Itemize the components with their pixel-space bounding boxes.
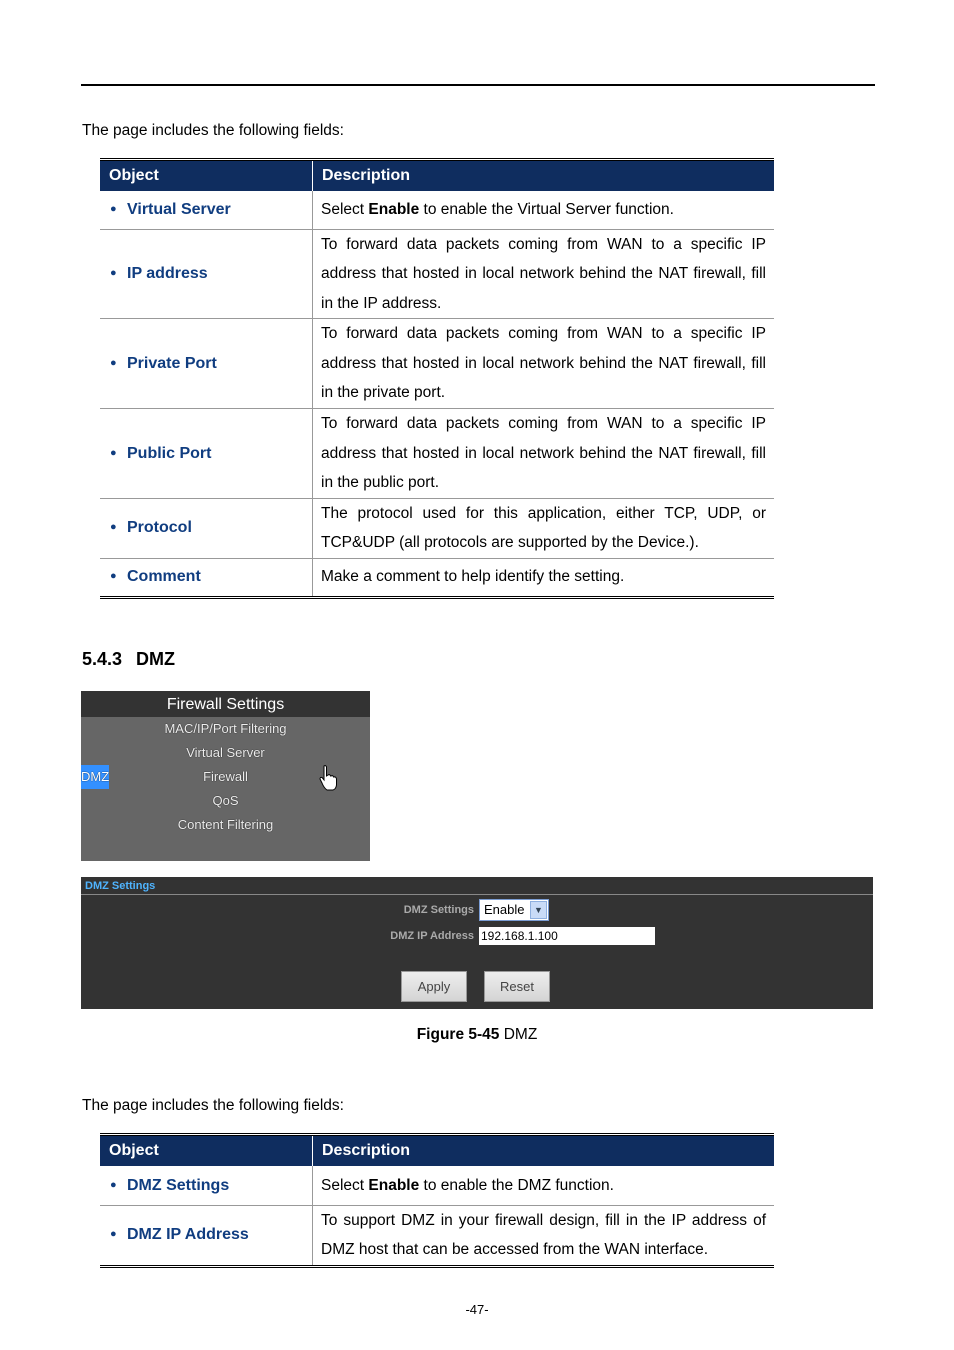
fields-table-dmz: Object Description ● DMZ Settings Select En… xyxy=(100,1133,774,1268)
table-row: ● Public Port To forward data packets comi… xyxy=(100,408,774,499)
dmz-settings-label: DMZ Settings xyxy=(403,904,474,916)
hand-cursor-icon xyxy=(319,765,337,791)
document-page: The page includes the following fields: … xyxy=(0,0,954,1350)
object-name: Comment xyxy=(127,568,201,586)
col-object: Object xyxy=(100,1134,313,1166)
table-row: ● DMZ Settings Select Enable to enable the… xyxy=(100,1166,774,1206)
dmz-settings-panel: DMZ Settings DMZ Settings Enable ▼ DMZ I… xyxy=(81,877,873,1009)
panel-title: DMZ Settings xyxy=(81,877,873,895)
menu-item-qos[interactable]: QoS xyxy=(81,789,370,813)
dmz-settings-select[interactable]: Enable ▼ xyxy=(479,899,549,921)
page-number: -47- xyxy=(465,1302,489,1317)
object-name: DMZ Settings xyxy=(127,1176,230,1194)
object-name: IP address xyxy=(127,265,208,282)
table-row: ● Virtual Server Select Enable to enable t… xyxy=(100,191,774,230)
chevron-down-icon[interactable]: ▼ xyxy=(530,901,547,919)
fields-table-virtual-server: Object Description ● Virtual Server Select … xyxy=(100,158,774,599)
table-row: ● Comment Make a comment to help identify … xyxy=(100,558,774,597)
menu-title: Firewall Settings xyxy=(81,691,370,717)
menu-item-mac-ip-port-filtering[interactable]: MAC/IP/Port Filtering xyxy=(81,717,370,741)
object-name: Private Port xyxy=(127,354,217,372)
apply-button[interactable]: Apply xyxy=(401,971,467,1002)
menu-item-content-filtering[interactable]: Content Filtering xyxy=(81,813,370,837)
section-heading: 5.4.3 DMZ xyxy=(82,649,176,669)
object-name: Virtual Server xyxy=(127,201,231,218)
firewall-settings-menu: Firewall Settings MAC/IP/Port Filtering … xyxy=(81,691,370,861)
dmz-ip-address-label: DMZ IP Address xyxy=(390,930,474,942)
object-name: Public Port xyxy=(127,444,212,462)
col-object: Object xyxy=(100,159,313,191)
table-row: ● DMZ IP Address To support DMZ in your fi… xyxy=(100,1205,774,1266)
col-description: Description xyxy=(312,159,774,191)
menu-item-virtual-server[interactable]: Virtual Server xyxy=(81,741,370,765)
header-rule xyxy=(81,84,875,86)
intro-text: The page includes the following fields: xyxy=(82,1097,344,1114)
figure-caption: Figure 5-45 DMZ xyxy=(416,1026,538,1043)
menu-item-dmz[interactable]: DMZ xyxy=(81,765,110,789)
table-row: ● Protocol The protocol used for this appl… xyxy=(100,498,774,559)
object-name: Protocol xyxy=(127,519,192,537)
col-description: Description xyxy=(312,1134,774,1166)
object-name: DMZ IP Address xyxy=(127,1226,249,1244)
table-row: ● Private Port To forward data packets com… xyxy=(100,318,774,409)
reset-button[interactable]: Reset xyxy=(484,971,550,1002)
dmz-ip-address-input[interactable]: 192.168.1.100 xyxy=(479,927,655,945)
table-row: ● IP address To forward data packets comin… xyxy=(100,229,774,319)
intro-text: The page includes the following fields: xyxy=(82,122,344,139)
